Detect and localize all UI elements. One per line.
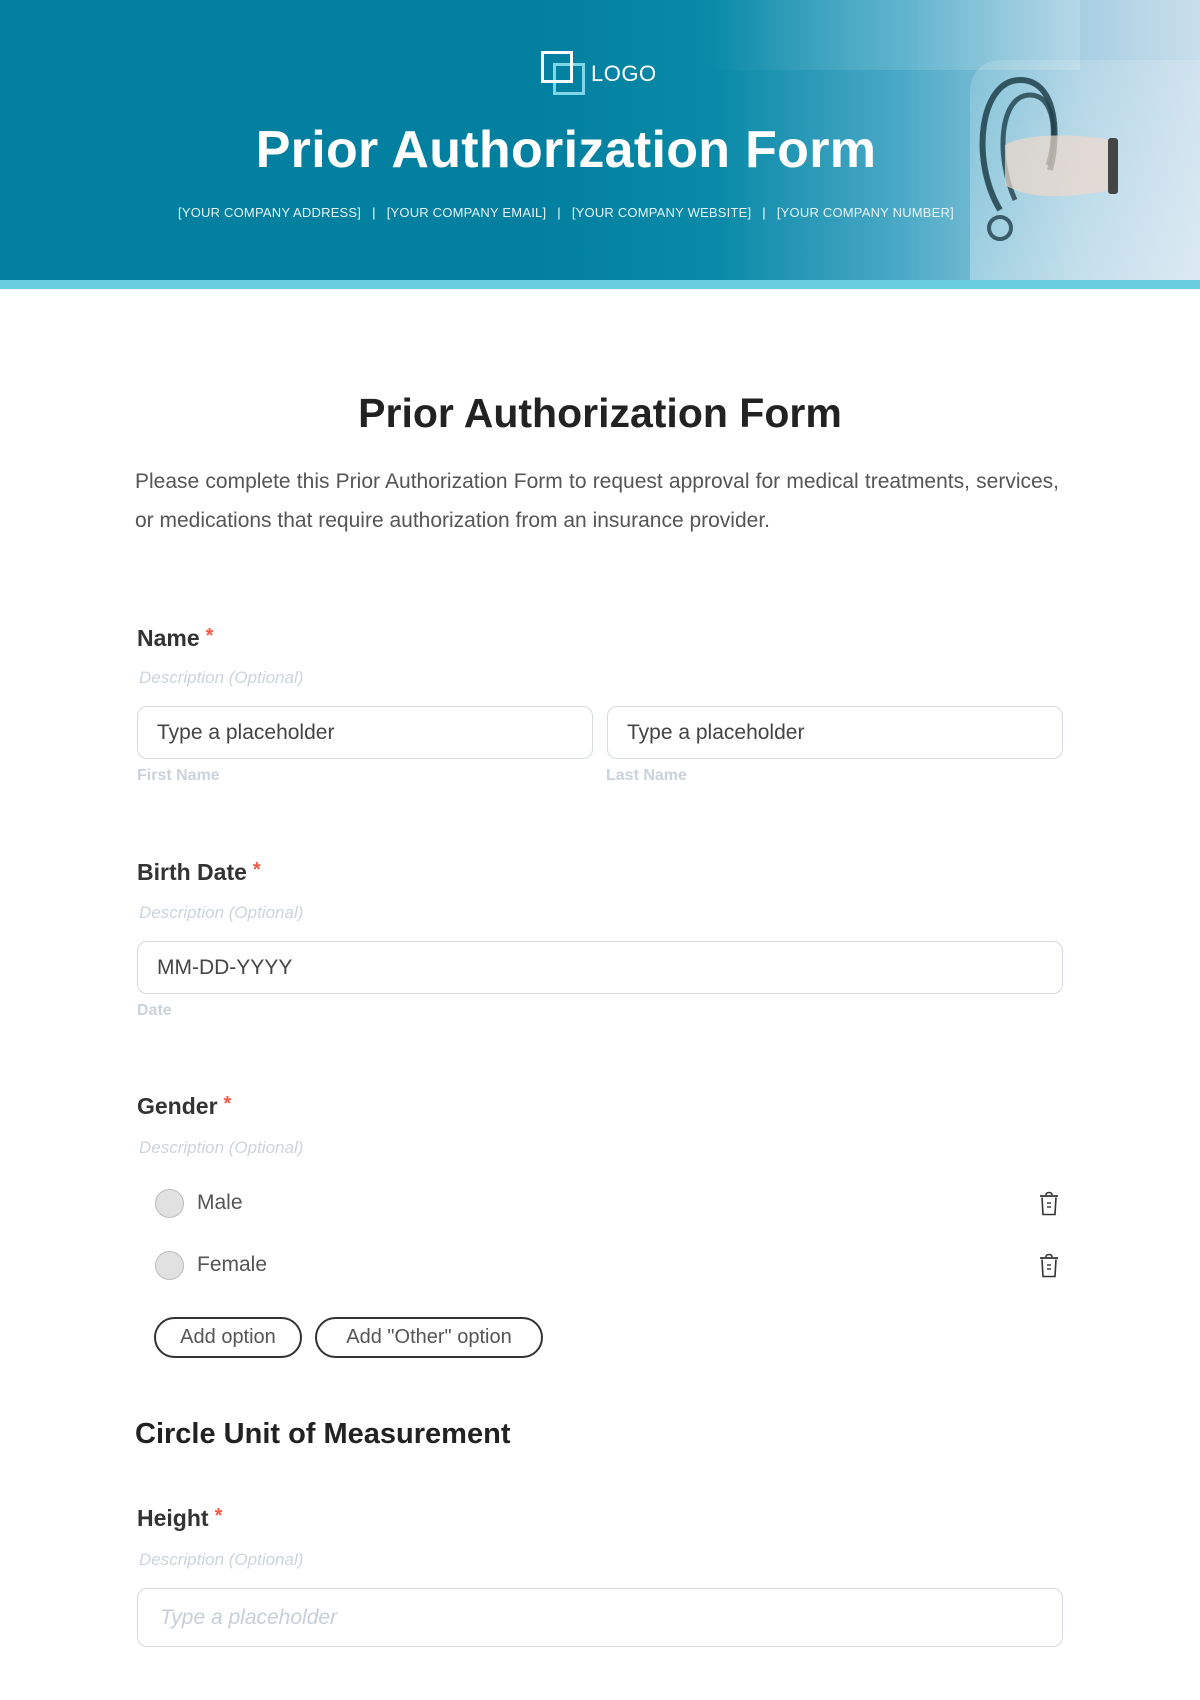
- birth-date-label: Birth Date *: [137, 859, 261, 886]
- radio-button[interactable]: [155, 1188, 184, 1218]
- company-number: [YOUR COMPANY NUMBER]: [776, 205, 954, 220]
- company-address: [YOUR COMPANY ADDRESS]: [178, 205, 362, 220]
- height-input[interactable]: Type a placeholder: [137, 1588, 1063, 1647]
- height-label-text: Height: [137, 1505, 209, 1531]
- trash-icon[interactable]: [1038, 1191, 1060, 1217]
- birth-date-input[interactable]: MM-DD-YYYY: [137, 941, 1063, 994]
- birth-date-description[interactable]: Description (Optional): [139, 903, 303, 923]
- name-label-text: Name: [137, 625, 200, 651]
- form-title: Prior Authorization Form: [358, 390, 842, 436]
- gender-label: Gender *: [137, 1093, 231, 1120]
- logo-icon: [541, 51, 587, 97]
- header-title: Prior Authorization Form: [255, 121, 877, 179]
- height-label: Height *: [137, 1505, 222, 1532]
- logo-text: LOGO: [591, 61, 657, 86]
- gender-label-text: Gender: [137, 1093, 218, 1119]
- required-asterisk: *: [205, 625, 214, 647]
- required-asterisk: *: [214, 1505, 223, 1527]
- first-name-sublabel: First Name: [137, 767, 220, 784]
- gender-option-male[interactable]: Male: [155, 1187, 1065, 1219]
- header-accent-stripe: [0, 280, 1200, 289]
- contact-separator: |: [372, 205, 376, 220]
- name-label: Name *: [137, 625, 213, 652]
- contact-separator: |: [762, 205, 766, 220]
- last-name-placeholder: Type a placeholder: [627, 720, 805, 744]
- first-name-placeholder: Type a placeholder: [157, 720, 335, 744]
- height-placeholder: Type a placeholder: [160, 1605, 338, 1629]
- add-other-option-button[interactable]: Add "Other" option: [315, 1317, 543, 1358]
- trash-icon[interactable]: [1038, 1253, 1060, 1279]
- height-description[interactable]: Description (Optional): [139, 1550, 303, 1570]
- company-email: [YOUR COMPANY EMAIL]: [386, 205, 547, 220]
- contact-separator: |: [557, 205, 561, 220]
- birth-date-label-text: Birth Date: [137, 859, 247, 885]
- birth-date-placeholder: MM-DD-YYYY: [157, 955, 293, 979]
- option-label[interactable]: Female: [197, 1253, 267, 1277]
- last-name-input[interactable]: Type a placeholder: [607, 706, 1063, 759]
- radio-button[interactable]: [155, 1250, 184, 1280]
- company-website: [YOUR COMPANY WEBSITE]: [571, 205, 752, 220]
- required-asterisk: *: [223, 1093, 232, 1115]
- company-logo: LOGO: [541, 51, 657, 97]
- header-banner: LOGO Prior Authorization Form [YOUR COMP…: [0, 0, 1200, 280]
- option-label[interactable]: Male: [197, 1191, 243, 1215]
- required-asterisk: *: [252, 859, 261, 881]
- add-option-button[interactable]: Add option: [154, 1317, 302, 1358]
- gender-description[interactable]: Description (Optional): [139, 1138, 303, 1158]
- name-description[interactable]: Description (Optional): [139, 668, 303, 688]
- company-contacts: [YOUR COMPANY ADDRESS] | [YOUR COMPANY EMA…: [0, 205, 1132, 220]
- section-title: Circle Unit of Measurement: [135, 1418, 511, 1450]
- form-intro: Please complete this Prior Authorization…: [135, 470, 1059, 532]
- birth-date-sublabel: Date: [137, 1002, 172, 1019]
- gender-option-female[interactable]: Female: [155, 1249, 1065, 1281]
- last-name-sublabel: Last Name: [606, 767, 687, 784]
- first-name-input[interactable]: Type a placeholder: [137, 706, 593, 759]
